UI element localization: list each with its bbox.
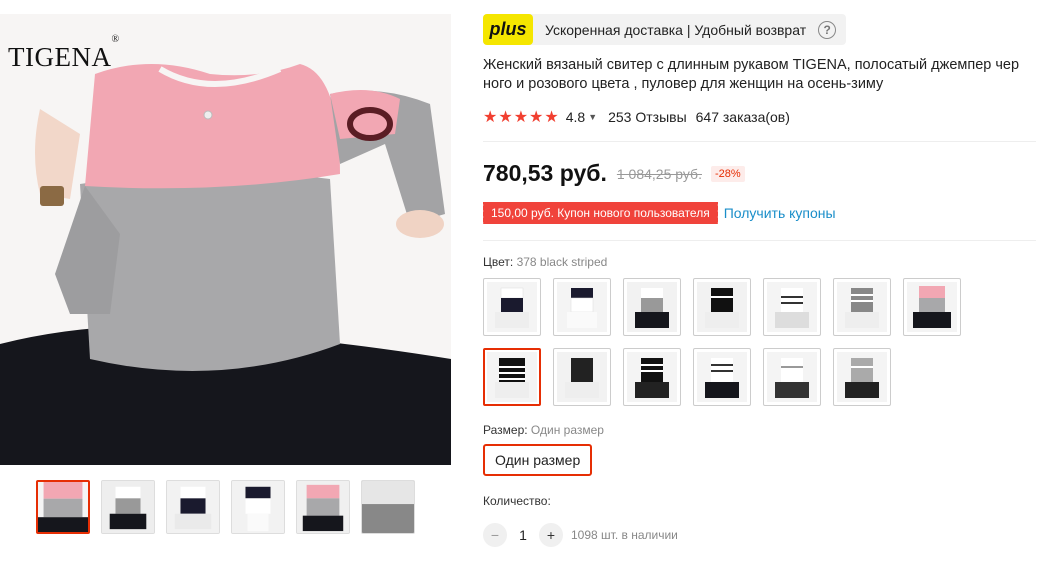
color-label: Цвет: 378 black striped	[483, 255, 608, 269]
get-coupons-link[interactable]: Получить купоны	[724, 205, 836, 221]
discount-badge: -28%	[710, 165, 745, 182]
product-title: Женский вязаный свитер с длинным рукавом…	[483, 57, 1020, 92]
thumbnail-image[interactable]	[101, 480, 155, 534]
divider	[483, 141, 1036, 142]
plus-banner[interactable]: plus Ускоренная доставка | Удобный возвр…	[483, 14, 847, 45]
color-swatch[interactable]	[623, 278, 681, 336]
size-value: Один размер	[530, 423, 604, 437]
color-swatch[interactable]	[763, 278, 821, 336]
star-icon: ★	[544, 109, 559, 126]
color-swatches	[483, 278, 973, 406]
quantity-value[interactable]: 1	[507, 527, 539, 543]
color-swatch[interactable]	[693, 278, 751, 336]
orders-count: 647 заказа(ов)	[695, 109, 790, 125]
quantity-label: Количество:	[483, 494, 551, 508]
color-swatch-selected[interactable]	[483, 348, 541, 406]
product-photo	[0, 14, 451, 465]
color-swatch[interactable]	[833, 278, 891, 336]
quantity-stepper: − 1 + 1098 шт. в наличии	[483, 523, 678, 547]
coupon-badge: 150,00 руб. Купон нового пользователя	[481, 202, 718, 224]
quantity-minus-button[interactable]: −	[483, 523, 507, 547]
rating-stars: ★ ★ ★ ★ ★	[483, 107, 559, 127]
star-icon: ★	[529, 109, 544, 126]
coupon-row: 150,00 руб. Купон нового пользователя По…	[481, 202, 836, 224]
color-swatch[interactable]	[763, 348, 821, 406]
chevron-down-icon[interactable]: ▼	[588, 112, 597, 122]
reviews-link[interactable]: 253 Отзывы	[608, 109, 687, 125]
size-label: Размер: Один размер	[483, 423, 604, 437]
plus-badge: plus	[483, 14, 533, 45]
current-price: 780,53 руб.	[483, 160, 607, 186]
brand-logo: TIGENA®	[8, 34, 120, 72]
divider	[483, 240, 1036, 241]
rating-value[interactable]: 4.8	[566, 109, 585, 125]
thumbnail-image[interactable]	[36, 480, 90, 534]
main-product-image[interactable]: TIGENA®	[0, 14, 451, 465]
product-info: plus Ускоренная доставка | Удобный возвр…	[481, 14, 1039, 547]
thumbnail-strip	[36, 480, 415, 534]
thumbnail-image[interactable]	[361, 480, 415, 534]
color-swatch[interactable]	[553, 348, 611, 406]
rating-row: ★ ★ ★ ★ ★ 4.8 ▼ 253 Отзывы 647 заказа(ов…	[483, 107, 790, 127]
color-value: 378 black striped	[516, 255, 608, 269]
color-swatch[interactable]	[623, 348, 681, 406]
color-swatch[interactable]	[553, 278, 611, 336]
color-swatch[interactable]	[483, 278, 541, 336]
thumbnail-image[interactable]	[166, 480, 220, 534]
star-icon: ★	[483, 109, 498, 126]
star-icon: ★	[498, 109, 513, 126]
quantity-plus-button[interactable]: +	[539, 523, 563, 547]
stock-count: 1098 шт. в наличии	[571, 528, 678, 542]
color-swatch[interactable]	[833, 348, 891, 406]
size-option-button[interactable]: Один размер	[483, 444, 593, 476]
plus-benefits-text: Ускоренная доставка | Удобный возврат	[545, 21, 807, 38]
price-row: 780,53 руб. 1 084,25 руб. -28%	[483, 160, 745, 187]
old-price: 1 084,25 руб.	[616, 165, 702, 182]
thumbnail-image[interactable]	[296, 480, 350, 534]
question-icon[interactable]: ?	[818, 20, 837, 39]
thumbnail-image[interactable]	[231, 480, 285, 534]
color-swatch[interactable]	[903, 278, 961, 336]
color-swatch[interactable]	[693, 348, 751, 406]
star-icon: ★	[513, 109, 529, 126]
